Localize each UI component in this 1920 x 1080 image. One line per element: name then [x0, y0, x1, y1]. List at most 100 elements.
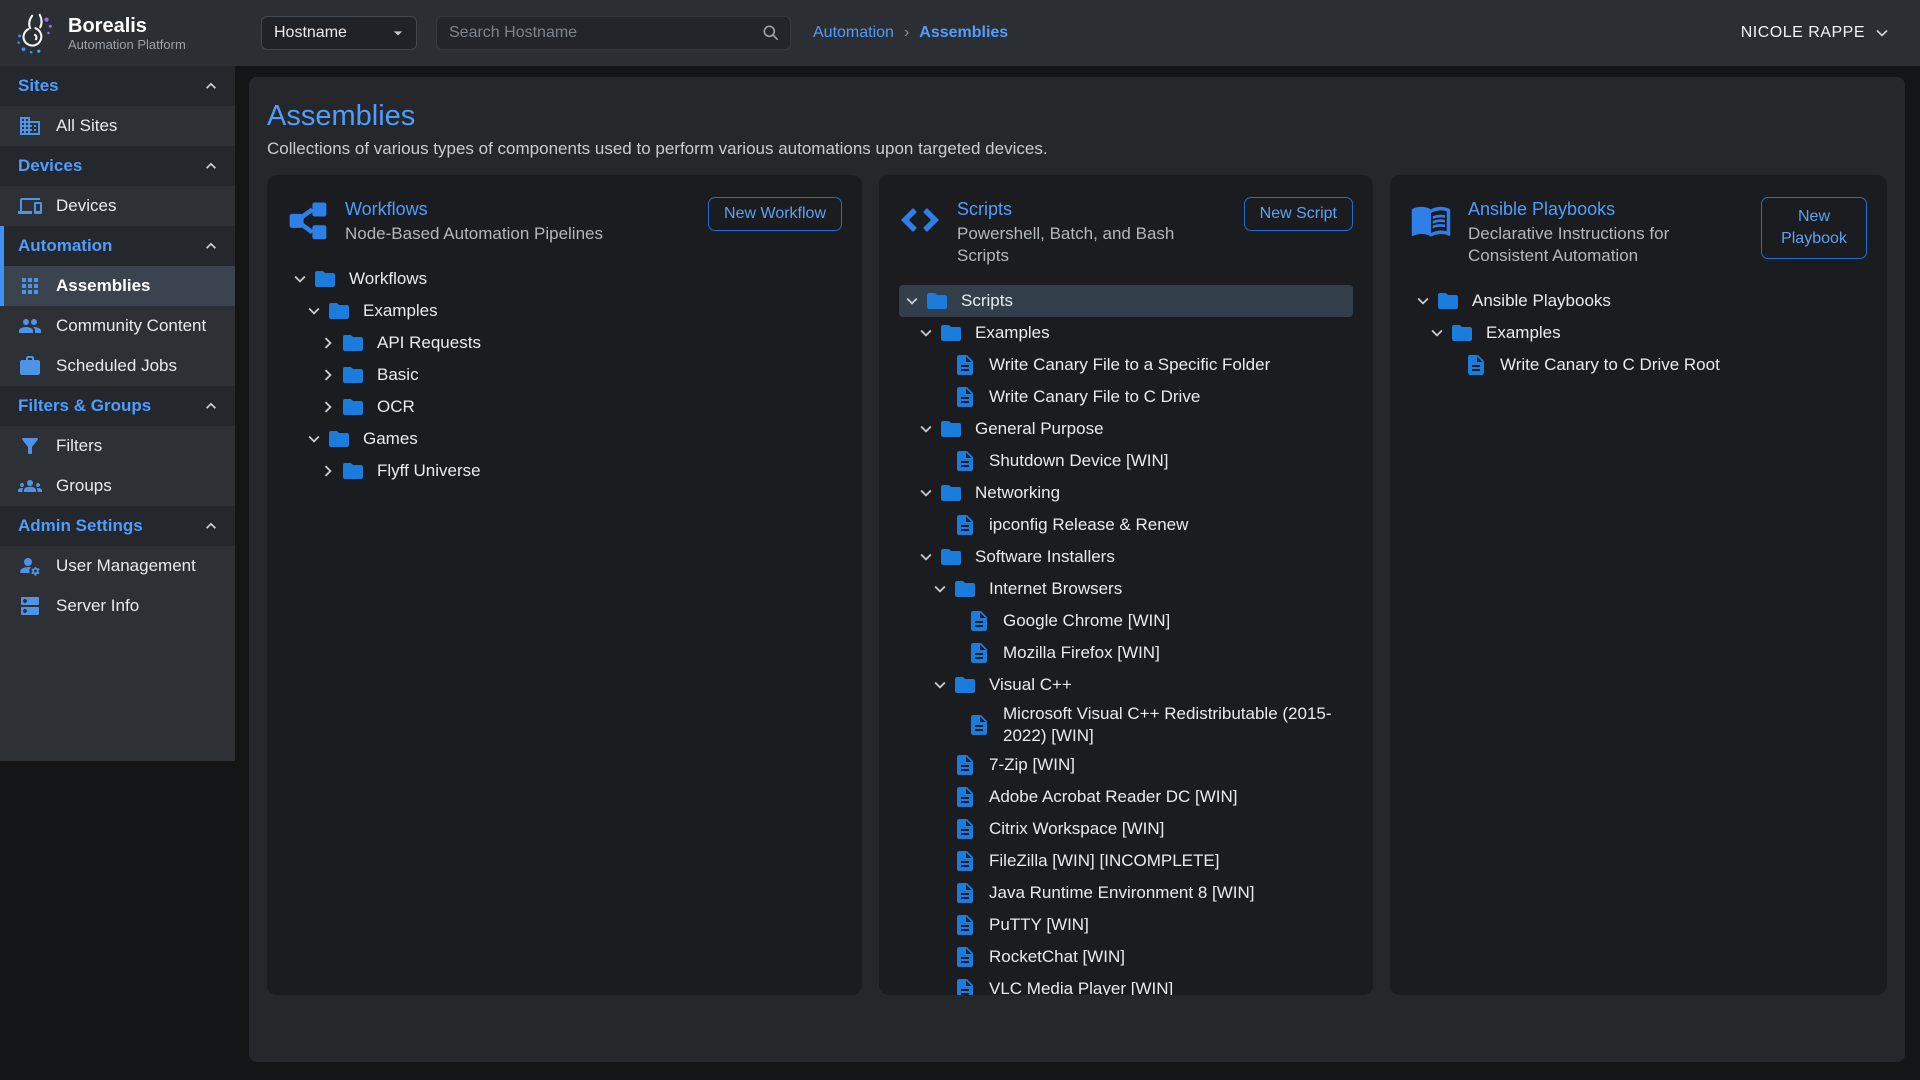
tree-item-ocr[interactable]: OCR [287, 391, 842, 423]
tree-item-examples[interactable]: Examples [1410, 317, 1867, 349]
tree-item-google-chrome-win[interactable]: Google Chrome [WIN] [899, 605, 1353, 637]
chevron-down-icon[interactable] [301, 300, 327, 322]
new-playbook-button[interactable]: New Playbook [1761, 197, 1867, 259]
tree-item-label: FileZilla [WIN] [INCOMPLETE] [989, 848, 1219, 874]
tree-item-write-canary-file-to-a-specific-folder[interactable]: Write Canary File to a Specific Folder [899, 349, 1353, 381]
tree-item-write-canary-to-c-drive-root[interactable]: Write Canary to C Drive Root [1410, 349, 1867, 381]
sidebar-item-user-management[interactable]: User Management [0, 546, 235, 586]
tree-item-label: OCR [377, 394, 415, 420]
tree-item-vlc-media-player-win[interactable]: VLC Media Player [WIN] [899, 973, 1353, 995]
hostname-select[interactable]: Hostname [261, 16, 417, 50]
tree-item-ansible-playbooks[interactable]: Ansible Playbooks [1410, 285, 1867, 317]
tree-item-examples[interactable]: Examples [287, 295, 842, 327]
chevron-right-icon[interactable] [315, 332, 341, 354]
chevron-down-icon[interactable] [913, 546, 939, 568]
new-workflow-button[interactable]: New Workflow [708, 197, 842, 231]
tree-item-shutdown-device-win[interactable]: Shutdown Device [WIN] [899, 445, 1353, 477]
chevron-right-icon[interactable] [315, 364, 341, 386]
tree-item-label: Software Installers [975, 544, 1115, 570]
chevron-spacer [927, 786, 953, 808]
sidebar-item-assemblies[interactable]: Assemblies [0, 266, 235, 306]
tree-item-games[interactable]: Games [287, 423, 842, 455]
chevron-spacer [927, 354, 953, 376]
building-icon [18, 114, 42, 138]
search-input[interactable] [436, 16, 791, 50]
folder-icon [313, 267, 337, 291]
sidebar-item-label: Groups [56, 476, 112, 496]
tree-item-networking[interactable]: Networking [899, 477, 1353, 509]
tree-item-microsoft-visual-c-redistributable-2015-2022-win[interactable]: Microsoft Visual C++ Redistributable (20… [899, 701, 1353, 749]
breadcrumb-item-automation[interactable]: Automation [813, 24, 894, 42]
chevron-spacer [941, 714, 967, 736]
sidebar-section-admin-settings[interactable]: Admin Settings [0, 506, 235, 546]
chevron-spacer [927, 754, 953, 776]
chevron-down-icon[interactable] [927, 578, 953, 600]
sidebar-item-all-sites[interactable]: All Sites [0, 106, 235, 146]
tree-item-write-canary-file-to-c-drive[interactable]: Write Canary File to C Drive [899, 381, 1353, 413]
chevron-down-icon[interactable] [913, 322, 939, 344]
sidebar-item-scheduled-jobs[interactable]: Scheduled Jobs [0, 346, 235, 386]
breadcrumb-item-assemblies[interactable]: Assemblies [919, 24, 1008, 42]
sidebar-item-groups[interactable]: Groups [0, 466, 235, 506]
tree-item-visual-c[interactable]: Visual C++ [899, 669, 1353, 701]
chevron-down-icon[interactable] [287, 268, 313, 290]
user-menu[interactable]: NICOLE RAPPE [1741, 23, 1892, 43]
folder-icon [327, 299, 351, 323]
sidebar-item-community-content[interactable]: Community Content [0, 306, 235, 346]
tree-item-ipconfig-release-renew[interactable]: ipconfig Release & Renew [899, 509, 1353, 541]
tree-item-examples[interactable]: Examples [899, 317, 1353, 349]
sidebar-item-filters[interactable]: Filters [0, 426, 235, 466]
chevron-down-icon[interactable] [301, 428, 327, 450]
folder-icon [953, 577, 977, 601]
card-subtitle: Powershell, Batch, and Bash Scripts [957, 223, 1228, 267]
sidebar-section-devices[interactable]: Devices [0, 146, 235, 186]
chevron-spacer [927, 882, 953, 904]
tree-item-rocketchat-win[interactable]: RocketChat [WIN] [899, 941, 1353, 973]
tree-item-mozilla-firefox-win[interactable]: Mozilla Firefox [WIN] [899, 637, 1353, 669]
sidebar-item-server-info[interactable]: Server Info [0, 586, 235, 626]
tree-item-filezilla-win-incomplete[interactable]: FileZilla [WIN] [INCOMPLETE] [899, 845, 1353, 877]
card-scripts: Scripts Powershell, Batch, and Bash Scri… [879, 175, 1373, 995]
tree-item-flyff-universe[interactable]: Flyff Universe [287, 455, 842, 487]
chevron-right-icon[interactable] [315, 460, 341, 482]
chevron-down-icon[interactable] [913, 482, 939, 504]
file-icon [953, 353, 977, 377]
tree-item-adobe-acrobat-reader-dc-win[interactable]: Adobe Acrobat Reader DC [WIN] [899, 781, 1353, 813]
tree-item-api-requests[interactable]: API Requests [287, 327, 842, 359]
sidebar-section-label: Sites [18, 76, 59, 96]
tree-item-label: API Requests [377, 330, 481, 356]
tree-item-7-zip-win[interactable]: 7-Zip [WIN] [899, 749, 1353, 781]
sidebar-item-label: Devices [56, 196, 116, 216]
tree-item-java-runtime-environment-8-win[interactable]: Java Runtime Environment 8 [WIN] [899, 877, 1353, 909]
sidebar-section-filters-groups[interactable]: Filters & Groups [0, 386, 235, 426]
tree-item-label: Adobe Acrobat Reader DC [WIN] [989, 784, 1238, 810]
tree-item-software-installers[interactable]: Software Installers [899, 541, 1353, 573]
sidebar-section-sites[interactable]: Sites [0, 66, 235, 106]
new-script-button[interactable]: New Script [1244, 197, 1353, 231]
chevron-down-icon[interactable] [913, 418, 939, 440]
chevron-down-icon[interactable] [927, 674, 953, 696]
main-area: Assemblies Collections of various types … [235, 66, 1920, 1080]
tree-item-internet-browsers[interactable]: Internet Browsers [899, 573, 1353, 605]
chevron-down-icon[interactable] [899, 290, 925, 312]
tree-item-basic[interactable]: Basic [287, 359, 842, 391]
file-icon [967, 713, 991, 737]
folder-icon [341, 395, 365, 419]
tree-item-scripts[interactable]: Scripts [899, 285, 1353, 317]
chevron-spacer [927, 978, 953, 995]
sidebar-nav: SitesAll SitesDevicesDevicesAutomationAs… [0, 66, 235, 761]
chevron-spacer [927, 450, 953, 472]
tree-item-citrix-workspace-win[interactable]: Citrix Workspace [WIN] [899, 813, 1353, 845]
card-scripts-titles: Scripts Powershell, Batch, and Bash Scri… [957, 197, 1228, 267]
chevron-down-icon[interactable] [1424, 322, 1450, 344]
tree-item-workflows[interactable]: Workflows [287, 263, 842, 295]
chevron-down-icon[interactable] [1410, 290, 1436, 312]
chevron-right-icon[interactable] [315, 396, 341, 418]
tree-item-label: Examples [363, 298, 438, 324]
sidebar-item-devices[interactable]: Devices [0, 186, 235, 226]
tree-item-general-purpose[interactable]: General Purpose [899, 413, 1353, 445]
tree-item-putty-win[interactable]: PuTTY [WIN] [899, 909, 1353, 941]
folder-icon [1450, 321, 1474, 345]
sidebar-section-automation[interactable]: Automation [0, 226, 235, 266]
card-ansible: Ansible Playbooks Declarative Instructio… [1390, 175, 1887, 995]
